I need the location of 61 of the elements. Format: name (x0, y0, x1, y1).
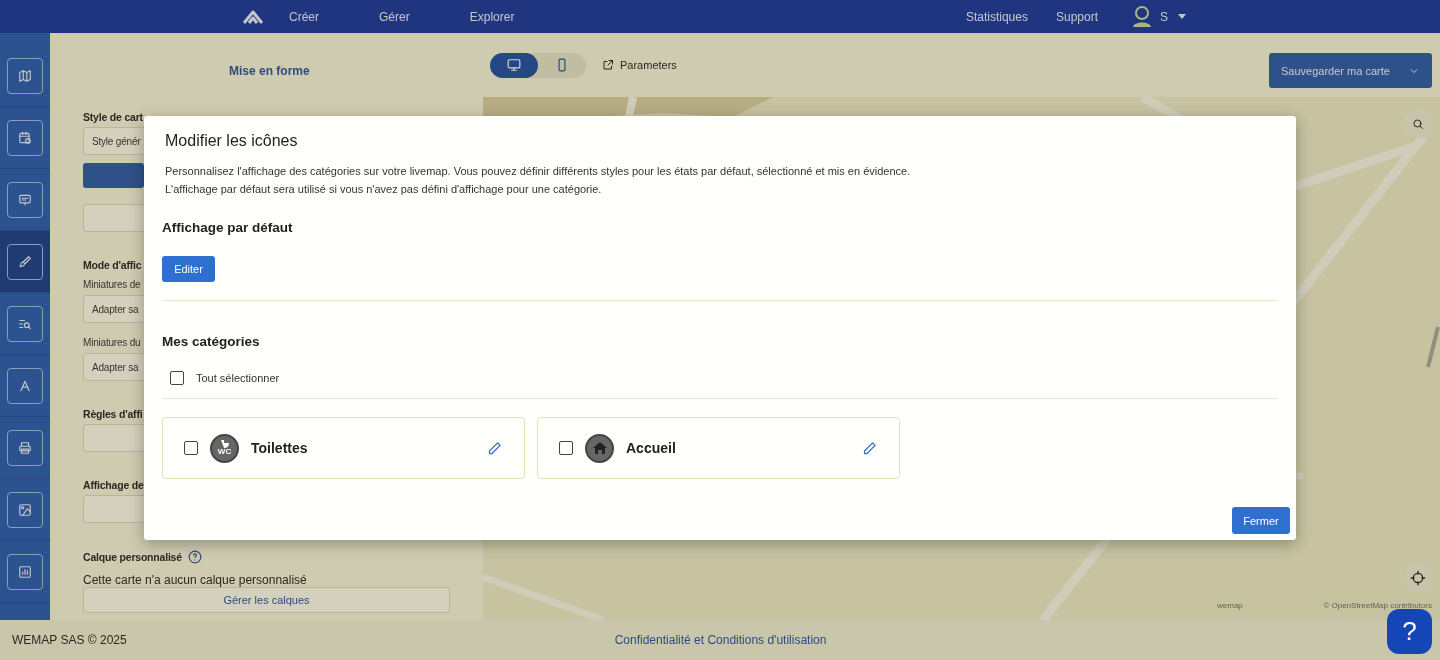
user-avatar-icon[interactable] (1132, 5, 1152, 28)
caret-icon[interactable] (1178, 14, 1186, 19)
monitor-icon (507, 58, 521, 72)
checkbox-label: Tout sélectionner (196, 372, 280, 384)
logo-icon[interactable] (241, 8, 265, 25)
nav-link[interactable]: Support (1055, 9, 1098, 24)
help-icon[interactable] (187, 550, 202, 564)
map-brand: wemap (1217, 601, 1243, 610)
dialog-description: Personnalisez l'affichage des catégories sur votre livemap. Vous pouvez définir différents styles pour les états par défaut, sélectionné et mis en évidence. (165, 164, 911, 179)
privacy-link[interactable]: Confidentialité et Conditions d'utilisation (614, 633, 827, 647)
manage-layers-button[interactable]: Gérer les calques (83, 587, 450, 613)
user-initial[interactable]: S (1160, 9, 1168, 24)
chart-icon (18, 564, 32, 579)
pencil-icon (862, 440, 877, 456)
save-map-button[interactable]: Sauvegarder ma carte (1269, 53, 1432, 88)
section-heading: Règles d'affi (83, 408, 143, 420)
nav-link[interactable]: Créer (289, 9, 319, 24)
dialog-title: Modifier les icônes (165, 132, 299, 150)
section-heading: Style de cart (83, 111, 143, 123)
field-label: Miniatures du (83, 337, 141, 349)
help-button[interactable]: ? (1387, 609, 1432, 654)
parameters-link[interactable]: Parameters (602, 59, 677, 71)
desktop-view-toggle[interactable] (490, 52, 538, 78)
checkbox[interactable] (170, 371, 184, 385)
panel-title: Mise en forme (229, 64, 310, 78)
crosshair-icon (1410, 570, 1426, 586)
category-name: Accueil (626, 440, 677, 456)
section-heading: Calque personnalisé (83, 551, 182, 563)
section-heading: Mode d'affic (83, 259, 142, 271)
letter-icon (18, 378, 32, 393)
brush-icon (18, 254, 32, 269)
edit-pencil-button[interactable] (862, 440, 877, 456)
map-attribution: © OpenStreetMap contributors (1323, 601, 1432, 610)
home-icon (592, 442, 607, 454)
search-icon (1412, 118, 1424, 130)
nav-link[interactable]: Explorer (469, 9, 515, 24)
edit-button[interactable]: Editer (162, 256, 215, 282)
info-text: Cette carte n'a aucun calque personnalisé (83, 573, 307, 587)
copyright-text: WEMAP SAS © 2025 (12, 633, 127, 647)
map-image-icon (18, 502, 32, 517)
checkbox[interactable] (559, 441, 573, 455)
section-heading: Mes catégories (162, 334, 261, 349)
external-link-icon (602, 59, 614, 71)
nav-link[interactable]: Statistiques (965, 9, 1028, 24)
screen-icon (18, 192, 32, 207)
field-label: Miniatures de (83, 279, 141, 291)
edit-pencil-button[interactable] (487, 440, 502, 456)
toilet-icon (220, 440, 229, 448)
badge-text: WC (217, 448, 232, 456)
checkbox[interactable] (184, 441, 198, 455)
close-button[interactable]: Fermer (1232, 507, 1290, 534)
nav-link[interactable]: Gérer (379, 9, 410, 24)
calendar-icon (18, 130, 32, 145)
dialog-description: L'affichage par défaut sera utilisé si vous n'avez pas défini d'affichage pour une catégorie. (165, 182, 602, 197)
map-icon (18, 68, 32, 83)
pencil-icon (487, 440, 502, 456)
printer-icon (18, 440, 32, 455)
section-heading: Affichage de (83, 479, 144, 491)
section-heading: Affichage par défaut (162, 220, 294, 235)
category-name: Toilettes (251, 440, 309, 456)
phone-icon (555, 58, 569, 72)
